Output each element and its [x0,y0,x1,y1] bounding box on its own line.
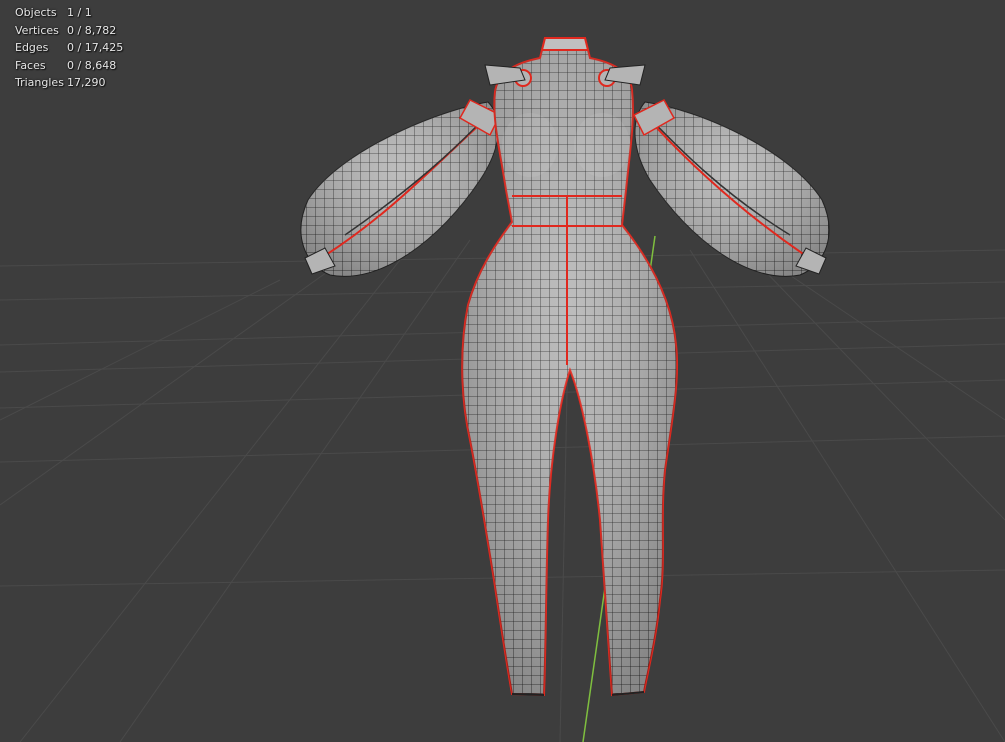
stat-label: Faces [15,58,46,72]
stat-row-vertices: Vertices 0 / 8,782 [15,22,123,40]
left-sleeve-mesh [300,99,502,277]
stat-value: 0 / 8,648 [67,58,117,72]
stat-value: 1 / 1 [67,6,92,19]
stat-value: 0 / 17,425 [67,41,124,54]
stat-row-triangles: Triangles 17,290 [15,74,123,92]
stat-row-objects: Objects 1 / 1 [15,4,123,22]
stat-label: Vertices [15,23,59,37]
stat-row-faces: Faces 0 / 8,648 [15,57,123,75]
3d-viewport[interactable]: Objects 1 / 1 Vertices 0 / 8,782 Edges 0… [0,0,1005,742]
stat-label: Edges [15,41,49,54]
statistics-overlay: Objects 1 / 1 Vertices 0 / 8,782 Edges 0… [15,4,123,92]
stat-label: Triangles [15,76,64,89]
right-sleeve-mesh [632,99,830,277]
stat-row-edges: Edges 0 / 17,425 [15,39,123,57]
stat-label: Objects [15,6,57,19]
viewport-canvas[interactable] [0,0,1005,742]
stat-value: 0 / 8,782 [67,23,117,37]
stat-value: 17,290 [67,76,106,89]
